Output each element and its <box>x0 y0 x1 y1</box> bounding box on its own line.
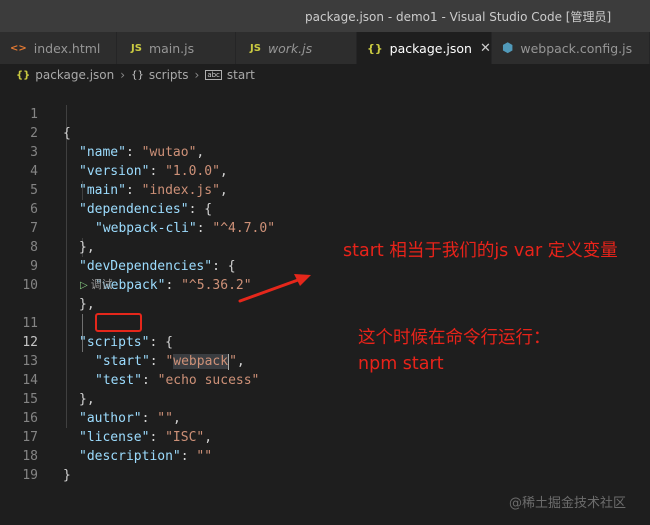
tab-webpack-config-js[interactable]: ⬢ webpack.config.js <box>492 32 650 64</box>
annotation-arrow-icon <box>238 274 311 303</box>
play-icon: ▷ <box>80 280 88 291</box>
tab-label: index.html <box>33 40 101 56</box>
breadcrumb-file[interactable]: package.json <box>35 68 114 82</box>
code-line: 2 "name": "wutao", <box>0 105 650 160</box>
code-line: 17 "description": "" <box>0 409 650 464</box>
tab-label: main.js <box>148 40 195 56</box>
js-file-icon: JS <box>131 42 142 54</box>
tab-index-html[interactable]: <> index.html <box>0 32 117 64</box>
code-line: 19 <box>0 447 650 483</box>
code-token: } <box>63 468 71 483</box>
title-bar: package.json - demo1 - Visual Studio Cod… <box>0 0 650 32</box>
tab-label: package.json <box>389 40 472 56</box>
json-file-icon: {} <box>16 69 31 81</box>
debug-codelens[interactable]: ▷ 调试 <box>80 276 113 292</box>
annotation-line: 这个时候在命令行运行： <box>358 328 551 348</box>
code-line: 18 } <box>0 428 650 483</box>
tab-main-js[interactable]: JS main.js <box>117 32 236 64</box>
json-file-icon: {} <box>367 41 383 55</box>
line-number: 19 <box>22 468 38 483</box>
codelens-label: 调试 <box>90 278 113 291</box>
annotation-run-command: 这个时候在命令行运行： npm start <box>358 325 638 377</box>
breadcrumb-symbol[interactable]: start <box>227 68 255 82</box>
start-key-highlight-box <box>95 313 142 332</box>
watermark: @稀土掘金技术社区 <box>509 496 627 511</box>
code-line: 6 "webpack-cli": "^4.7.0" <box>0 181 650 236</box>
chevron-right-icon: › <box>194 68 200 82</box>
code-line: 3 "version": "1.0.0", <box>0 124 650 179</box>
annotation-start-variable: start 相当于我们的js var 定义变量 <box>343 241 618 261</box>
html-file-icon: <> <box>10 42 27 54</box>
tab-package-json[interactable]: {} package.json ✕ <box>357 32 492 64</box>
chevron-right-icon: › <box>120 68 126 82</box>
code-line: 8 "devDependencies": { <box>0 219 650 274</box>
tab-label: work.js <box>267 40 313 56</box>
code-line: 4 "main": "index.js", <box>0 143 650 198</box>
close-icon[interactable]: ✕ <box>480 41 491 56</box>
code-line: 5 "dependencies": { <box>0 162 650 217</box>
js-file-icon: JS <box>250 42 261 54</box>
code-editor[interactable]: 1 { 2 "name": "wutao", 3 "version": "1.0… <box>0 86 650 525</box>
code-token: : <box>165 278 182 293</box>
code-text: } <box>63 466 71 485</box>
code-line: 11 "scripts": { <box>0 295 650 350</box>
webpack-file-icon: ⬢ <box>502 40 514 56</box>
code-line: 1 { <box>0 86 650 141</box>
string-symbol-icon: abc <box>205 70 222 80</box>
editor-tab-bar: <> index.html JS main.js JS work.js {} p… <box>0 32 650 64</box>
breadcrumb: {} package.json › {} scripts › abc start <box>0 64 650 86</box>
code-line: 16 "license": "ISC", <box>0 390 650 445</box>
code-line: 7 }, <box>0 200 650 255</box>
window-title: package.json - demo1 - Visual Studio Cod… <box>305 10 612 24</box>
tab-label: webpack.config.js <box>520 40 633 56</box>
breadcrumb-object[interactable]: scripts <box>149 68 189 82</box>
tab-work-js[interactable]: JS work.js <box>236 32 357 64</box>
code-text: "webpack": "^5.36.2" <box>95 276 252 295</box>
object-icon: {} <box>131 69 144 81</box>
line-number: 10 <box>22 278 38 293</box>
annotation-line: npm start <box>358 354 444 374</box>
